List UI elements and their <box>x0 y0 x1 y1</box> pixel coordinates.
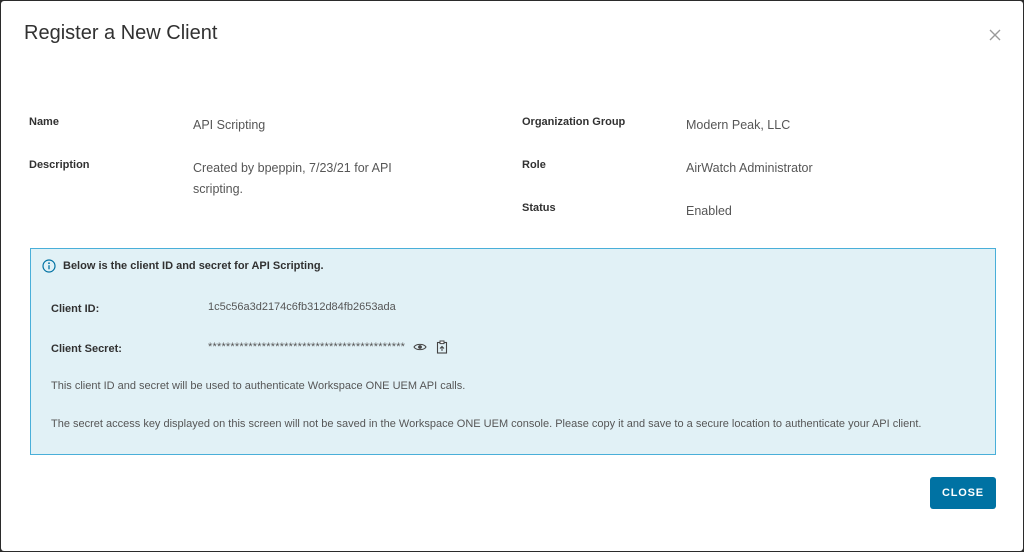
client-secret-label: Client Secret: <box>51 343 122 355</box>
alert-heading: Below is the client ID and secret for AP… <box>42 259 324 273</box>
register-client-dialog: Register a New Client Name API Scripting… <box>1 1 1023 551</box>
status-value: Enabled <box>686 204 732 218</box>
security-note: The secret access key displayed on this … <box>51 418 922 430</box>
dialog-title: Register a New Client <box>24 22 218 44</box>
alert-heading-text: Below is the client ID and secret for AP… <box>63 260 324 272</box>
info-circle-icon <box>42 259 56 273</box>
close-button[interactable]: CLOSE <box>930 477 996 509</box>
name-value: API Scripting <box>193 118 266 132</box>
role-label: Role <box>522 159 546 171</box>
client-secret-value: ****************************************… <box>208 341 406 353</box>
description-value: Created by bpeppin, 7/23/21 for API scri… <box>193 161 392 196</box>
status-label: Status <box>522 202 556 214</box>
copy-to-clipboard-icon[interactable] <box>435 340 449 354</box>
client-id-label: Client ID: <box>51 303 100 315</box>
organization-group-value: Modern Peak, LLC <box>686 118 791 132</box>
usage-note: This client ID and secret will be used t… <box>51 380 466 392</box>
close-icon[interactable] <box>985 25 1005 45</box>
client-id-value: 1c5c56a3d2174c6fb312d84fb2653ada <box>208 301 396 313</box>
name-label: Name <box>29 116 59 128</box>
client-secret-row: ****************************************… <box>208 340 449 354</box>
client-credentials-alert: Below is the client ID and secret for AP… <box>30 248 996 455</box>
description-label: Description <box>29 159 90 171</box>
organization-group-label: Organization Group <box>522 116 626 128</box>
eye-icon[interactable] <box>413 340 427 354</box>
role-value: AirWatch Administrator <box>686 161 813 175</box>
